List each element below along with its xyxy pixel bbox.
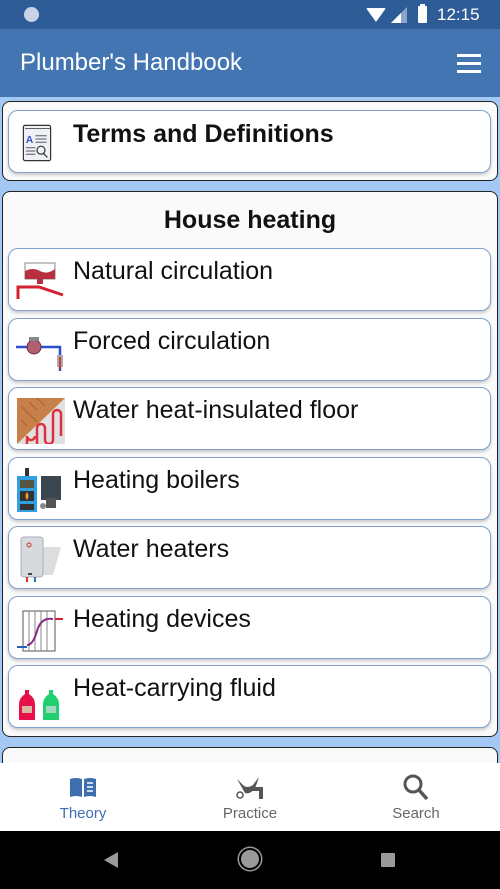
content-scroll[interactable]: A Terms and Definitions House heating Na… — [0, 97, 500, 763]
back-button[interactable] — [104, 852, 118, 868]
recent-apps-button[interactable] — [381, 853, 395, 867]
list-item-heating-devices[interactable]: Heating devices — [8, 596, 491, 659]
terms-label: Terms and Definitions — [73, 120, 334, 148]
list-item-heated-floor[interactable]: Water heat-insulated floor — [8, 387, 491, 450]
next-section — [2, 747, 498, 763]
list-item-forced-circulation[interactable]: Forced circulation — [8, 318, 491, 381]
clock: 12:15 — [437, 5, 480, 24]
notification-dot-icon — [24, 7, 39, 22]
item-label: Natural circulation — [73, 257, 274, 285]
dictionary-book-icon: A — [22, 124, 52, 162]
heated-floor-icon — [17, 397, 65, 444]
bottom-nav: Theory Practice Search — [0, 763, 500, 831]
status-bar: 12:15 — [0, 0, 500, 29]
svg-text:A: A — [26, 135, 34, 146]
app-title: Plumber's Handbook — [20, 49, 243, 76]
item-label: Heating boilers — [73, 466, 240, 494]
hamburger-menu-icon[interactable] — [457, 54, 481, 74]
battery-icon — [418, 4, 427, 23]
list-item-water-heaters[interactable]: Water heaters — [8, 526, 491, 589]
terms-card[interactable]: A Terms and Definitions — [8, 110, 491, 173]
item-label: Forced circulation — [73, 327, 271, 355]
radiator-icon — [17, 610, 63, 652]
tab-label: Theory — [59, 805, 107, 822]
list-item-heat-carrying-fluid[interactable]: Heat-carrying fluid — [8, 665, 491, 728]
app-bar: Plumber's Handbook — [0, 29, 500, 97]
list-item-natural-circulation[interactable]: Natural circulation — [8, 248, 491, 311]
tab-search[interactable]: Search — [333, 763, 499, 831]
open-book-icon — [70, 778, 96, 797]
tab-theory[interactable]: Theory — [0, 763, 166, 831]
wifi-icon — [366, 8, 386, 22]
boiler-icon — [17, 468, 61, 512]
terms-section: A Terms and Definitions — [2, 101, 498, 181]
signal-icon — [391, 7, 407, 23]
tab-label: Practice — [222, 805, 278, 822]
system-nav-bar — [0, 831, 500, 889]
item-label: Heat-carrying fluid — [73, 674, 276, 702]
tab-practice[interactable]: Practice — [167, 763, 333, 831]
list-item-heating-boilers[interactable]: Heating boilers — [8, 457, 491, 520]
water-heater-icon — [20, 536, 61, 582]
item-label: Water heaters — [73, 535, 230, 563]
item-label: Water heat-insulated floor — [73, 396, 359, 424]
natural-circulation-icon — [16, 262, 64, 299]
plumbing-tools-icon — [236, 777, 263, 799]
item-label: Heating devices — [73, 605, 251, 633]
tab-label: Search — [392, 805, 440, 822]
search-icon — [403, 774, 429, 801]
section-title: House heating — [163, 206, 337, 234]
circulation-pump-icon — [16, 337, 63, 371]
fluid-canisters-icon — [19, 690, 59, 720]
home-button[interactable] — [239, 848, 261, 870]
house-heating-section: House heating Natural circulation Forced… — [2, 191, 498, 737]
